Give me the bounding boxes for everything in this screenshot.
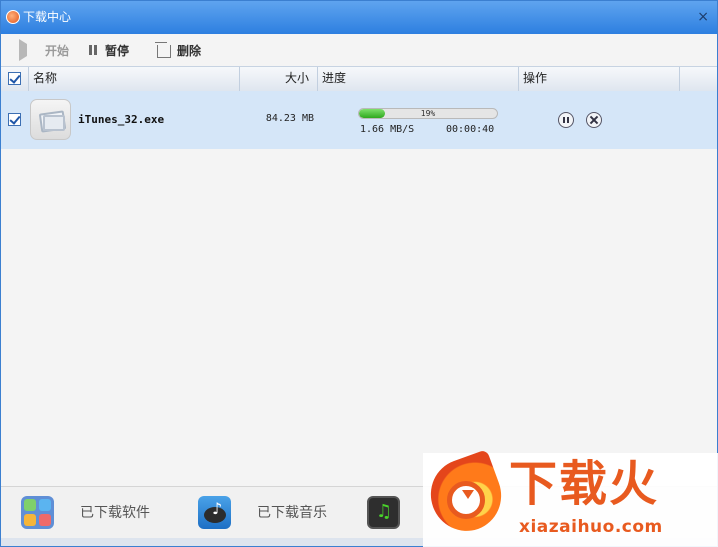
file-icon-card-back [43, 115, 65, 131]
watermark-ring [447, 481, 485, 519]
file-size: 84.23 MB [265, 113, 314, 124]
file-icon [30, 99, 71, 140]
downloaded-software-label: 已下载软件 [80, 505, 150, 521]
pause-download-button[interactable] [558, 112, 574, 128]
watermark: 下载火 xiazaihuo.com [420, 449, 718, 547]
progress-percent: 19% [420, 109, 436, 118]
apps-icon-tile [39, 498, 51, 511]
start-button[interactable]: 开始 [19, 39, 70, 61]
downloaded-music-label: 已下载音乐 [257, 505, 327, 521]
title-bar: 下载中心 × [1, 1, 717, 34]
close-window-button[interactable]: × [697, 8, 709, 26]
start-label: 开始 [45, 43, 70, 58]
pause-all-button[interactable]: 暂停 [87, 42, 129, 58]
watermark-brand: 下载火 [509, 456, 660, 512]
toolbar: 开始 暂停 删除 [1, 34, 717, 66]
media-icon: ♫ [367, 495, 400, 529]
play-icon [19, 39, 39, 61]
download-speed: 1.66 MB/S [360, 124, 415, 135]
cancel-download-button[interactable] [586, 112, 602, 128]
window-title: 下载中心 [23, 10, 72, 24]
downloaded-software-button[interactable]: 已下载软件 [21, 495, 150, 529]
apps-icon-tile [39, 513, 51, 526]
pause-label: 暂停 [105, 43, 130, 58]
select-all-cell [1, 67, 29, 91]
apps-icon-tile [24, 498, 36, 511]
header-name[interactable]: 名称 [29, 67, 240, 91]
apps-icon [21, 495, 54, 529]
trash-icon [155, 42, 171, 58]
downloaded-media-button[interactable]: ♫ [367, 495, 400, 529]
music-note: ♪ [212, 498, 223, 518]
row-checkbox[interactable] [8, 113, 21, 126]
media-note: ♫ [376, 500, 393, 522]
table-header: 名称 大小 进度 操作 [1, 66, 717, 92]
header-size[interactable]: 大小 [240, 67, 318, 91]
file-name: iTunes_32.exe [78, 113, 165, 126]
watermark-url: xiazaihuo.com [519, 517, 663, 537]
music-icon: ♪ [198, 495, 231, 529]
header-actions[interactable]: 操作 [519, 67, 680, 91]
downloaded-music-button[interactable]: ♪ 已下载音乐 [198, 495, 327, 529]
apps-icon-tile [24, 513, 36, 526]
app-logo-icon [6, 10, 20, 24]
watermark-arrow [462, 490, 474, 499]
pause-icon [87, 44, 99, 56]
watermark-logo-icon [420, 449, 512, 541]
delete-button[interactable]: 删除 [155, 42, 201, 58]
table-row[interactable]: iTunes_32.exe 84.23 MB 19% 1.66 MB/S 00:… [1, 91, 717, 149]
header-progress[interactable]: 进度 [318, 67, 519, 91]
delete-label: 删除 [177, 43, 202, 58]
select-all-checkbox[interactable] [8, 72, 21, 85]
remaining-time: 00:00:40 [446, 124, 495, 135]
